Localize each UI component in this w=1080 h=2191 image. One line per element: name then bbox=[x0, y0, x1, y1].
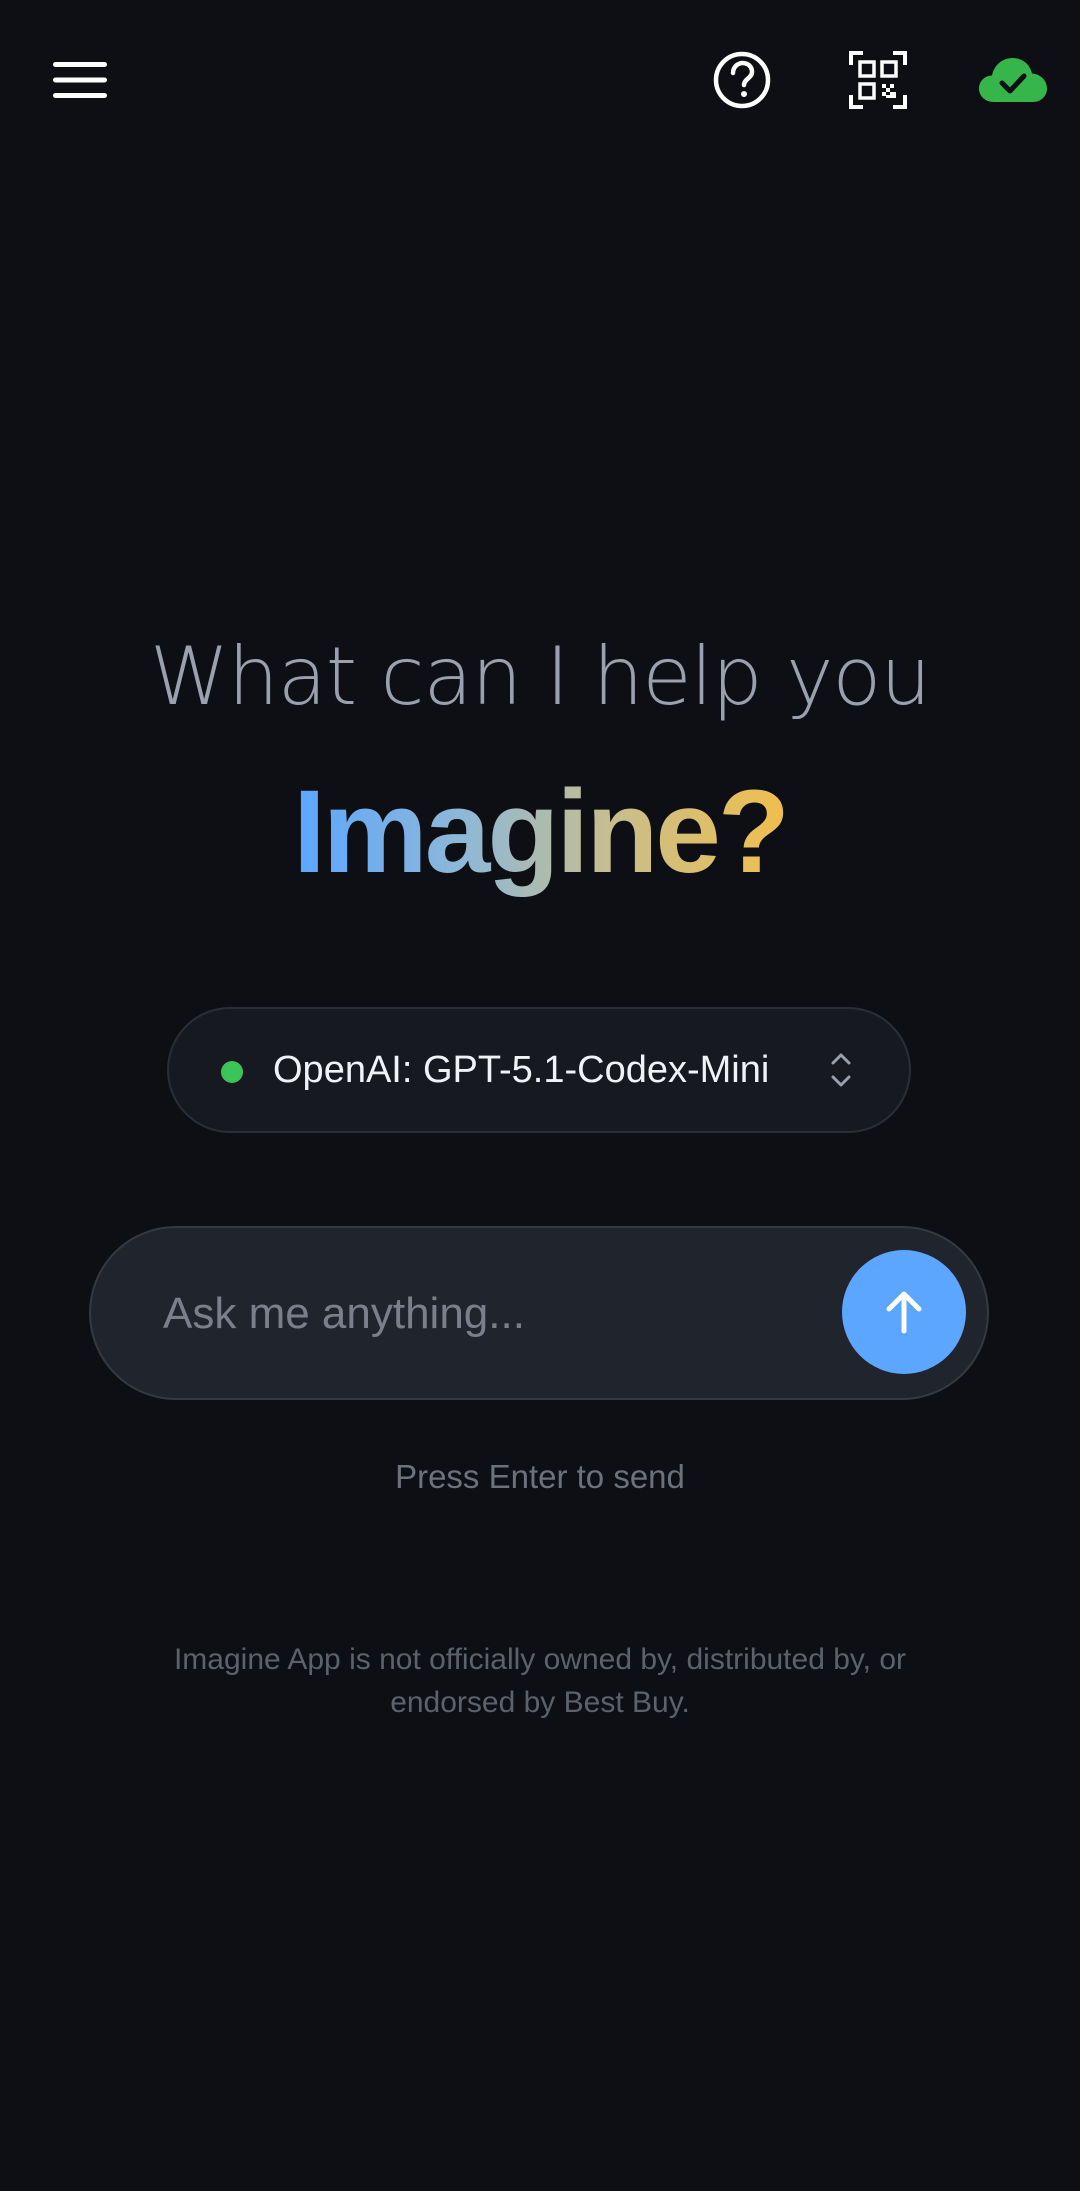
question-circle-icon bbox=[713, 51, 771, 109]
chevron-up-down-icon bbox=[831, 1053, 851, 1087]
send-hint: Press Enter to send bbox=[395, 1458, 685, 1495]
model-status-dot bbox=[221, 1061, 243, 1083]
menu-button[interactable] bbox=[40, 45, 120, 115]
arrow-up-icon bbox=[886, 1291, 922, 1334]
model-selector[interactable]: OpenAI: GPT-5.1-Codex-Mini bbox=[167, 1007, 911, 1133]
cloud-check-icon bbox=[978, 58, 1047, 102]
model-label: OpenAI: GPT-5.1-Codex-Mini bbox=[273, 1049, 770, 1091]
hero-subtitle: What can I help you bbox=[149, 630, 931, 723]
sync-status-button[interactable] bbox=[970, 40, 1055, 120]
chat-input[interactable] bbox=[161, 1228, 785, 1400]
hamburger-menu-icon bbox=[53, 62, 107, 98]
send-button[interactable] bbox=[842, 1250, 966, 1374]
help-button[interactable] bbox=[702, 40, 782, 120]
top-bar bbox=[0, 0, 1080, 160]
chat-input-container bbox=[89, 1226, 989, 1400]
hero-title-text: Imagine? bbox=[293, 766, 790, 898]
hero-title: Imagine? bbox=[0, 770, 1080, 895]
qr-scan-button[interactable] bbox=[838, 40, 918, 120]
disclaimer-text: Imagine App is not officially owned by, … bbox=[173, 1643, 907, 1719]
qr-code-scan-icon bbox=[849, 51, 907, 109]
